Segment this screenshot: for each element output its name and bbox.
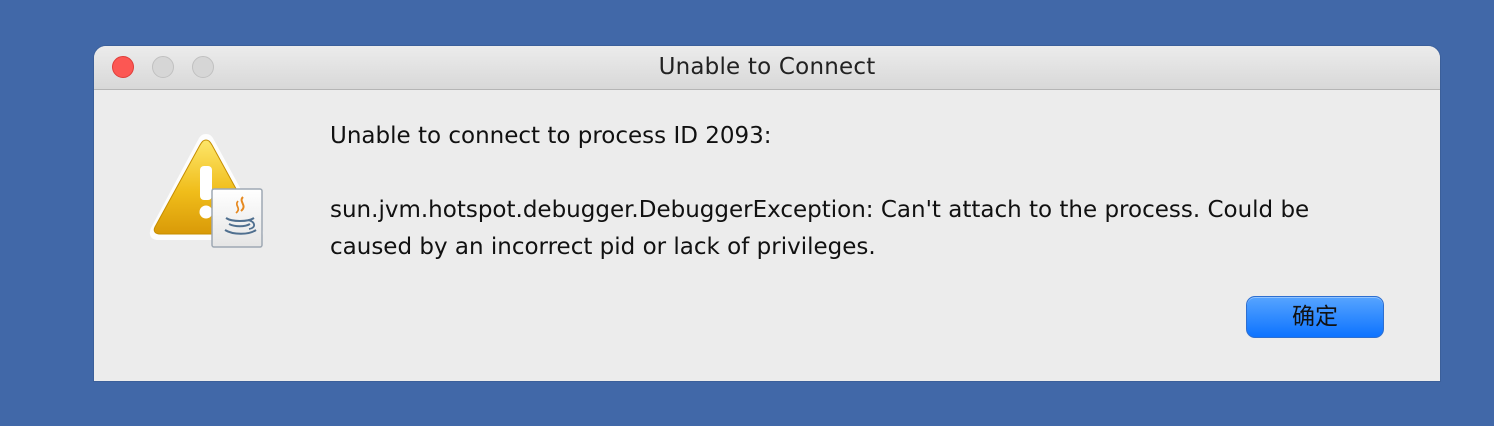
- message-gap: [330, 155, 1420, 192]
- dialog-window: Unable to Connect Unable to connect to p…: [94, 46, 1440, 381]
- window-title: Unable to Connect: [658, 54, 876, 80]
- message-line-2: sun.jvm.hotspot.debugger.DebuggerExcepti…: [330, 197, 1310, 223]
- message-line-3: caused by an incorrect pid or lack of pr…: [330, 234, 876, 260]
- ok-button[interactable]: 确定: [1246, 296, 1384, 338]
- error-message: Unable to connect to process ID 2093: su…: [330, 118, 1420, 266]
- dialog-content: Unable to connect to process ID 2093: su…: [94, 90, 1440, 381]
- title-bar: Unable to Connect: [94, 46, 1440, 90]
- warning-java-icon: [149, 134, 264, 248]
- message-line-1: Unable to connect to process ID 2093:: [330, 123, 772, 149]
